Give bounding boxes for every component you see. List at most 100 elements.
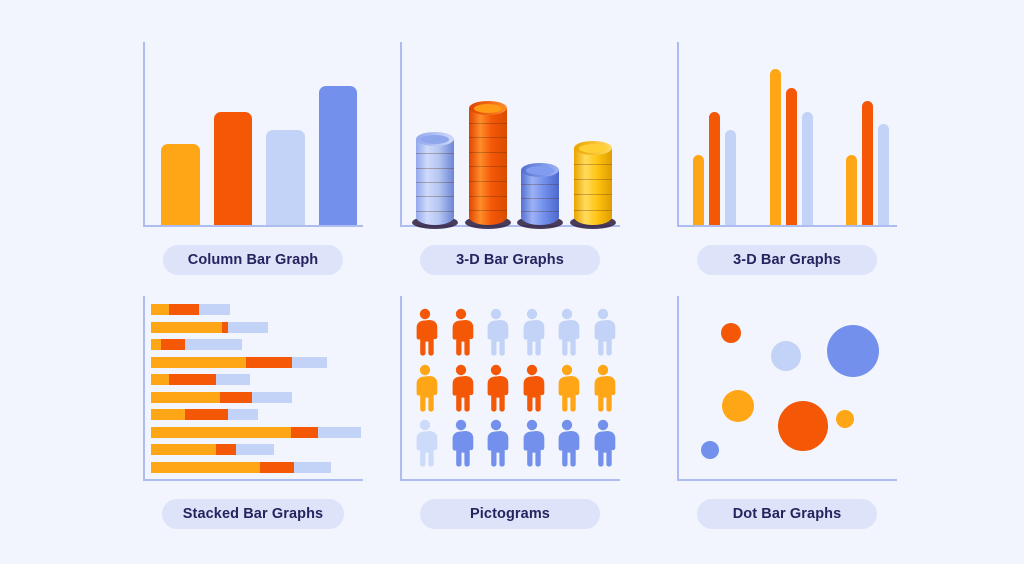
stacked-bar-row <box>151 391 361 403</box>
pictogram-cell <box>519 364 545 412</box>
grouped-bar <box>801 111 813 225</box>
pictogram-cell <box>554 419 580 467</box>
column-bar-series <box>161 42 357 225</box>
chart-card-pictograms: Pictograms <box>390 296 630 529</box>
chart-label-pictograms[interactable]: Pictograms <box>420 499 600 529</box>
stacked-bar-segment <box>260 461 294 473</box>
stacked-bar-segment <box>151 461 260 473</box>
chart-card-three-d-bar-graphs-grouped: 3-D Bar Graphs <box>667 42 907 275</box>
stacked-bar-segment <box>151 444 217 456</box>
person-icon <box>416 419 438 467</box>
chart-card-stacked-bar-graphs: Stacked Bar Graphs <box>133 296 373 529</box>
coin-ring-group <box>468 108 507 225</box>
pictogram-cell <box>519 308 545 356</box>
chart-label-three-d-bar-graphs-coins[interactable]: 3-D Bar Graphs <box>420 245 600 275</box>
pictogram-cell <box>554 308 580 356</box>
stacked-bar-row <box>151 461 361 473</box>
coin-stack <box>412 132 458 229</box>
stacked-bar-row <box>151 339 361 351</box>
chart-label-stacked-bar-graphs[interactable]: Stacked Bar Graphs <box>162 499 344 529</box>
stacked-bar-segment <box>151 391 221 403</box>
bubble-point <box>700 440 719 459</box>
chart-label-dot-bar-graphs[interactable]: Dot Bar Graphs <box>697 499 877 529</box>
stacked-bar-segment <box>184 339 243 351</box>
chart-card-three-d-bar-graphs-coins: 3-D Bar Graphs <box>390 42 630 275</box>
stacked-bar-segment <box>160 339 185 351</box>
chart-card-column-bar-graph: Column Bar Graph <box>133 42 373 275</box>
coin-stack-body <box>573 141 612 225</box>
person-icon <box>558 308 580 356</box>
stacked-bar-segment <box>151 339 161 351</box>
bubble-series <box>679 296 897 479</box>
coin-stack-body <box>416 132 454 225</box>
stacked-bar-segment <box>151 356 247 368</box>
coin-ring <box>416 153 454 155</box>
coin-ring <box>521 197 560 199</box>
coin-ring <box>468 137 507 139</box>
column-bar <box>161 144 200 225</box>
stacked-bar-segment <box>216 374 251 386</box>
bubble-point <box>721 322 742 343</box>
stacked-bar-segment <box>151 426 292 438</box>
pictogram-row <box>412 308 616 356</box>
stacked-bar-segment <box>228 409 258 421</box>
pictogram-cell <box>448 419 474 467</box>
stacked-bar-segment <box>228 321 268 333</box>
person-icon <box>487 419 509 467</box>
stacked-bar-segment <box>246 356 292 368</box>
chart-label-three-d-bar-graphs-grouped[interactable]: 3-D Bar Graphs <box>697 245 877 275</box>
coin-ring <box>468 181 507 183</box>
stacked-bar-segment <box>151 374 169 386</box>
bubble-point <box>835 409 854 428</box>
pictogram-cell <box>590 419 616 467</box>
coin-stack <box>569 141 616 229</box>
plot-area-column-bar-graph <box>143 42 363 227</box>
person-icon <box>594 308 616 356</box>
pictogram-cell <box>448 308 474 356</box>
stacked-bar-segment <box>220 391 253 403</box>
coin-top-inner <box>421 135 449 144</box>
pictogram-cell <box>412 364 438 412</box>
bar-group <box>846 100 889 225</box>
stacked-bar-segment <box>184 409 229 421</box>
stacked-bar-segment <box>318 426 362 438</box>
grouped-bar <box>769 69 781 225</box>
grouped-bar <box>725 129 736 225</box>
chart-label-column-bar-graph[interactable]: Column Bar Graph <box>163 245 343 275</box>
stacked-bar-series <box>151 304 362 473</box>
plot-area-three-d-bar-graphs-grouped <box>677 42 897 227</box>
pictogram-cell <box>519 419 545 467</box>
stacked-bar-segment <box>291 426 319 438</box>
stacked-bar-segment <box>252 391 292 403</box>
person-icon <box>487 364 509 412</box>
pictogram-grid <box>412 308 616 467</box>
stacked-bar-row <box>151 444 361 456</box>
grouped-bar <box>785 87 797 225</box>
coin-ring-group <box>416 139 454 225</box>
stacked-bar-segment <box>291 356 328 368</box>
coin-ring <box>416 196 454 198</box>
grouped-bar <box>693 155 704 225</box>
pictogram-cell <box>590 308 616 356</box>
bubble-point <box>770 341 801 372</box>
plot-area-three-d-bar-graphs-coins <box>400 42 620 229</box>
pictogram-cell <box>483 419 509 467</box>
pictogram-cell <box>412 419 438 467</box>
pictogram-cell <box>448 364 474 412</box>
stacked-bar-segment <box>198 304 231 315</box>
coin-ring <box>573 178 612 180</box>
person-icon <box>594 419 616 467</box>
coin-ring-group <box>521 170 560 225</box>
coin-stack <box>464 100 511 229</box>
pictogram-row <box>412 419 616 467</box>
coin-top-inner <box>473 103 502 113</box>
bubble-point <box>721 389 754 422</box>
column-bar <box>213 111 252 225</box>
coin-ring <box>573 209 612 211</box>
plot-area-stacked-bar-graphs <box>143 296 363 481</box>
plot-area-pictograms <box>400 296 620 481</box>
grouped-bar <box>709 111 720 225</box>
person-icon <box>416 308 438 356</box>
stacked-bar-segment <box>236 444 274 456</box>
column-bar <box>318 85 357 225</box>
